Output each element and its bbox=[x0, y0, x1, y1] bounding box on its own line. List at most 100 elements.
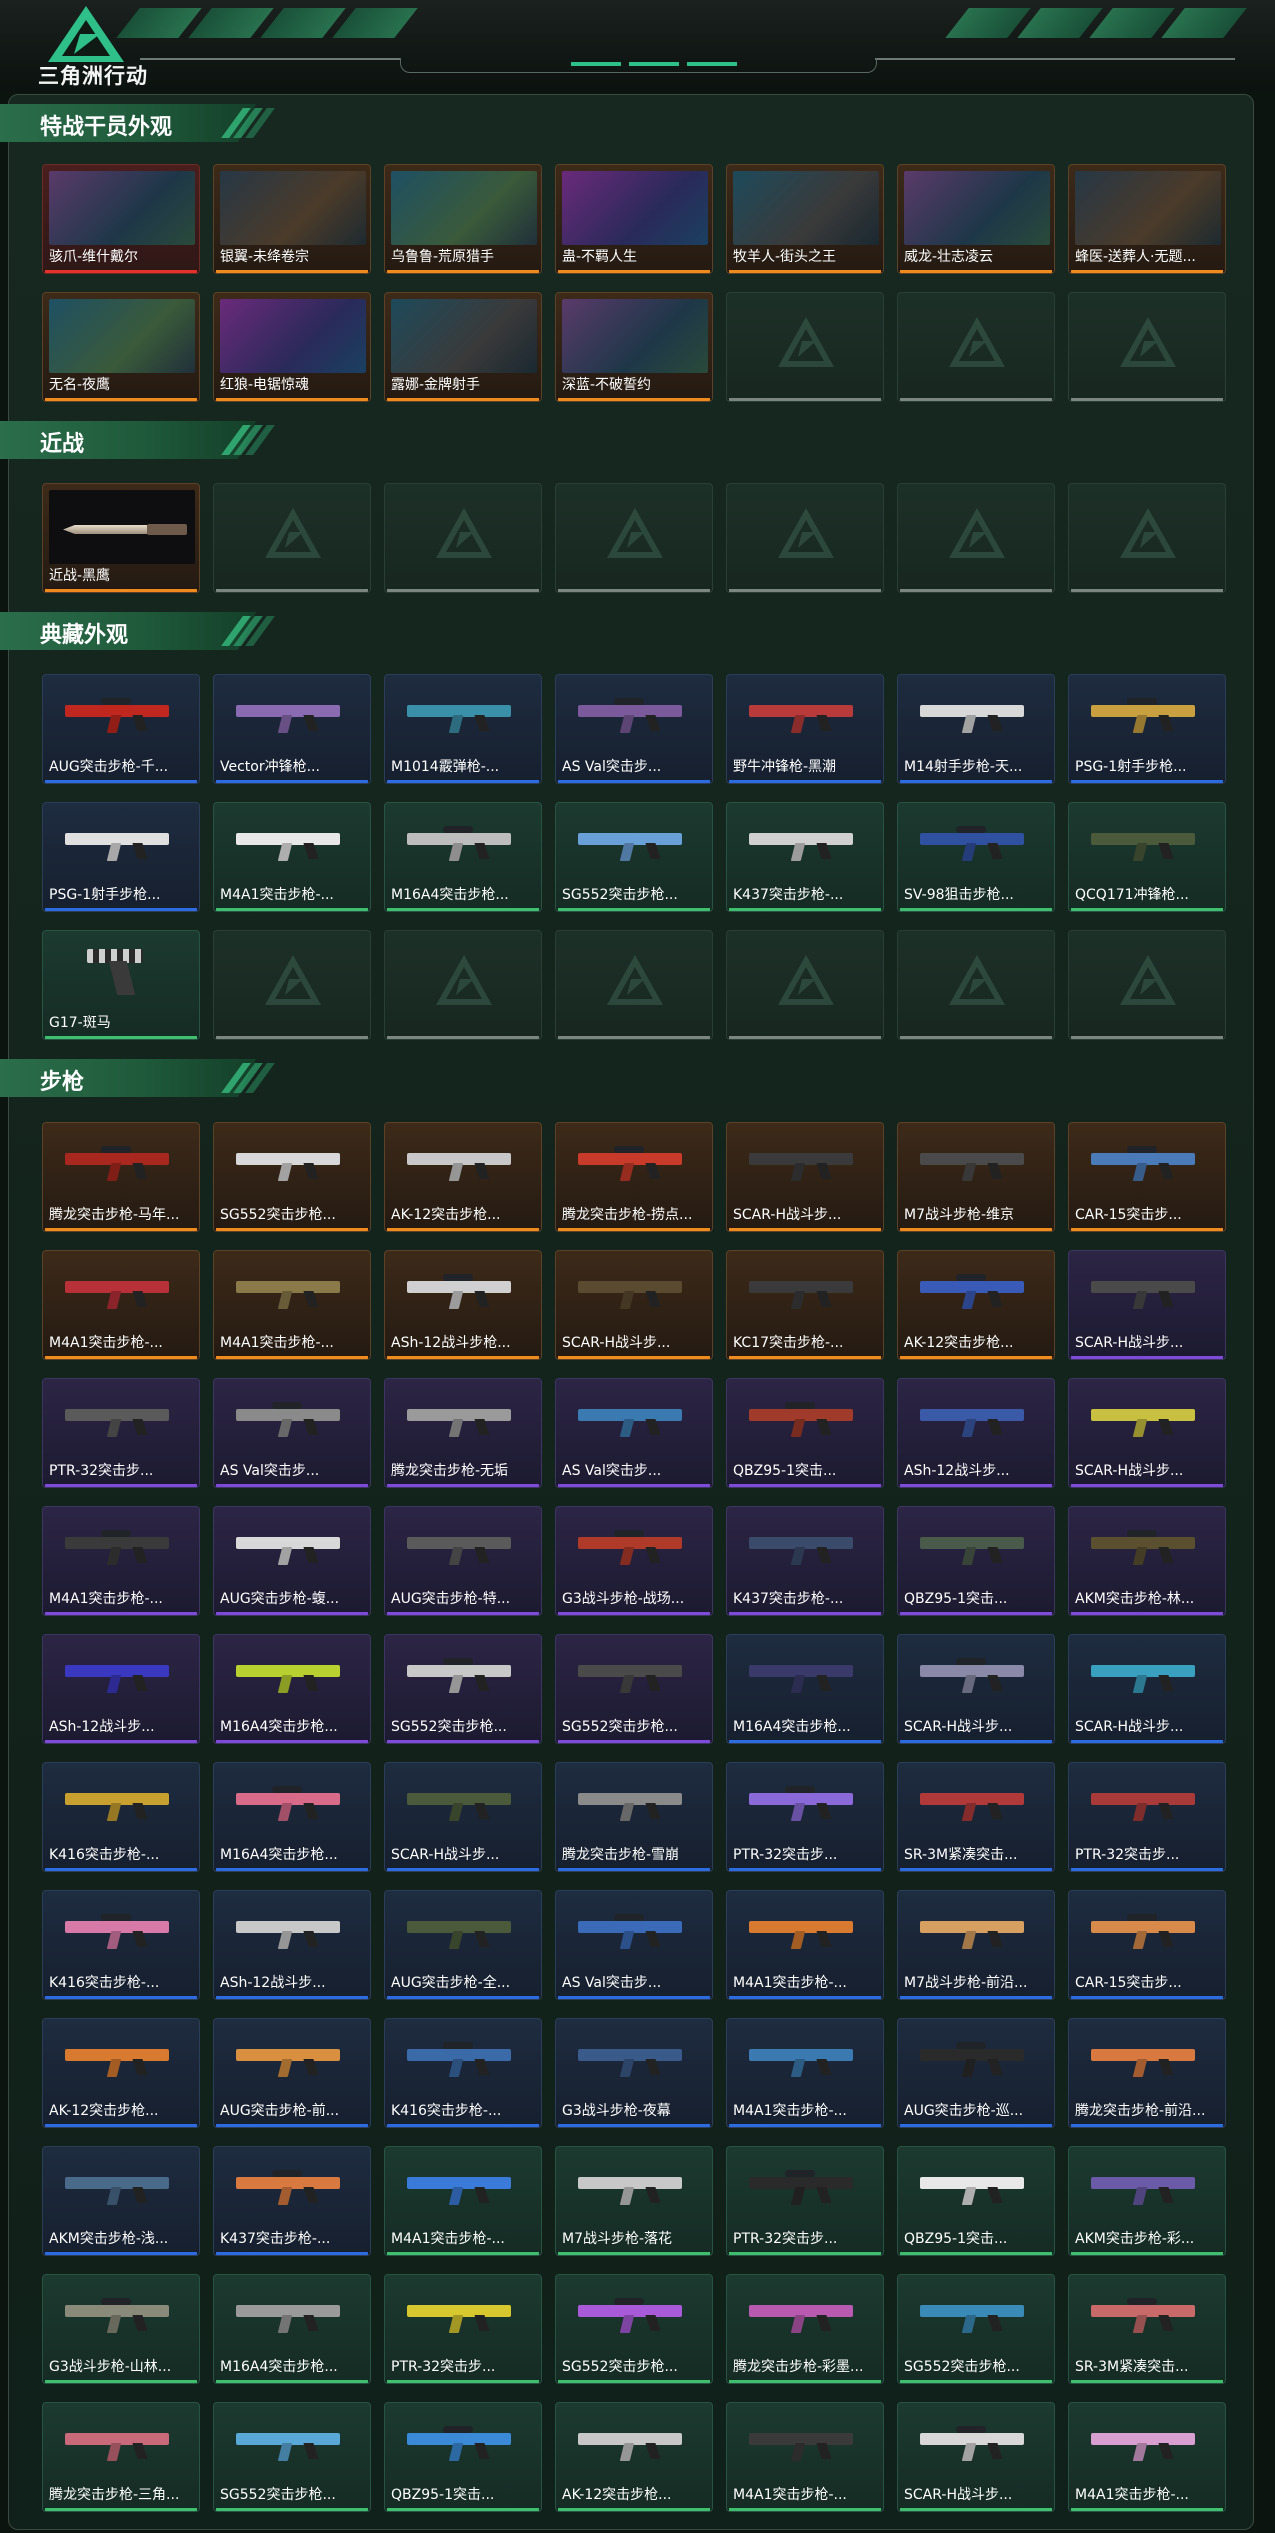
item-card[interactable]: K437突击步枪-... bbox=[726, 1506, 884, 1616]
item-card[interactable]: 腾龙突击步枪-马年... bbox=[42, 1122, 200, 1232]
item-card[interactable]: 近战-黑鹰 bbox=[42, 483, 200, 593]
item-card[interactable]: CAR-15突击步... bbox=[1068, 1122, 1226, 1232]
item-card[interactable]: G3战斗步枪-战场... bbox=[555, 1506, 713, 1616]
item-card[interactable]: M4A1突击步枪-... bbox=[213, 1250, 371, 1360]
item-card[interactable]: M7战斗步枪-落花 bbox=[555, 2146, 713, 2256]
item-card[interactable]: PSG-1射手步枪... bbox=[42, 802, 200, 912]
item-card[interactable]: PTR-32突击步... bbox=[726, 1762, 884, 1872]
item-card[interactable]: 无名-夜鹰 bbox=[42, 292, 200, 402]
item-card[interactable]: SCAR-H战斗步... bbox=[1068, 1378, 1226, 1488]
item-card[interactable]: PSG-1射手步枪... bbox=[1068, 674, 1226, 784]
item-card[interactable]: M4A1突击步枪-... bbox=[42, 1506, 200, 1616]
item-card[interactable]: SCAR-H战斗步... bbox=[384, 1762, 542, 1872]
item-card[interactable]: AK-12突击步枪... bbox=[555, 2402, 713, 2512]
item-card[interactable]: QBZ95-1突击... bbox=[897, 2146, 1055, 2256]
item-card[interactable]: M14射手步枪-天... bbox=[897, 674, 1055, 784]
item-card[interactable]: 深蓝-不破誓约 bbox=[555, 292, 713, 402]
item-card[interactable]: AS Val突击步... bbox=[555, 1378, 713, 1488]
item-card[interactable]: 腾龙突击步枪-雪崩 bbox=[555, 1762, 713, 1872]
item-card[interactable]: AKM突击步枪-林... bbox=[1068, 1506, 1226, 1616]
item-card[interactable]: ASh-12战斗步... bbox=[213, 1890, 371, 2000]
item-card[interactable]: 牧羊人-街头之王 bbox=[726, 164, 884, 274]
item-card[interactable]: M7战斗步枪-维京 bbox=[897, 1122, 1055, 1232]
item-card[interactable]: QBZ95-1突击... bbox=[384, 2402, 542, 2512]
item-card[interactable]: SV-98狙击步枪... bbox=[897, 802, 1055, 912]
item-card[interactable]: SCAR-H战斗步... bbox=[726, 1122, 884, 1232]
item-card[interactable]: 野牛冲锋枪-黑潮 bbox=[726, 674, 884, 784]
item-card[interactable]: 蛊-不羁人生 bbox=[555, 164, 713, 274]
item-card[interactable]: SG552突击步枪... bbox=[213, 2402, 371, 2512]
item-card[interactable]: AUG突击步枪-全... bbox=[384, 1890, 542, 2000]
item-card[interactable]: M4A1突击步枪-... bbox=[726, 1890, 884, 2000]
item-card[interactable]: SG552突击步枪... bbox=[384, 1634, 542, 1744]
item-card[interactable]: CAR-15突击步... bbox=[1068, 1890, 1226, 2000]
item-card[interactable]: AK-12突击步枪... bbox=[384, 1122, 542, 1232]
item-card[interactable]: M4A1突击步枪-... bbox=[726, 2402, 884, 2512]
item-card[interactable]: G3战斗步枪-山林... bbox=[42, 2274, 200, 2384]
item-card[interactable]: 腾龙突击步枪-捞点... bbox=[555, 1122, 713, 1232]
item-card[interactable]: M4A1突击步枪-... bbox=[213, 802, 371, 912]
item-card[interactable]: 腾龙突击步枪-前沿... bbox=[1068, 2018, 1226, 2128]
item-card[interactable]: SCAR-H战斗步... bbox=[897, 2402, 1055, 2512]
item-card[interactable]: AKM突击步枪-彩... bbox=[1068, 2146, 1226, 2256]
item-card[interactable]: K416突击步枪-... bbox=[42, 1762, 200, 1872]
item-card[interactable]: ASh-12战斗步枪... bbox=[384, 1250, 542, 1360]
item-card[interactable]: SCAR-H战斗步... bbox=[555, 1250, 713, 1360]
item-card[interactable]: M7战斗步枪-前沿... bbox=[897, 1890, 1055, 2000]
item-card[interactable]: M1014霰弹枪-... bbox=[384, 674, 542, 784]
item-card[interactable]: K416突击步枪-... bbox=[42, 1890, 200, 2000]
item-card[interactable]: PTR-32突击步... bbox=[42, 1378, 200, 1488]
item-card[interactable]: QBZ95-1突击... bbox=[726, 1378, 884, 1488]
item-card[interactable]: 腾龙突击步枪-彩墨... bbox=[726, 2274, 884, 2384]
item-card[interactable]: SR-3M紧凑突击... bbox=[897, 1762, 1055, 1872]
item-card[interactable]: G3战斗步枪-夜幕 bbox=[555, 2018, 713, 2128]
item-card[interactable]: M16A4突击步枪... bbox=[384, 802, 542, 912]
item-card[interactable]: AK-12突击步枪... bbox=[897, 1250, 1055, 1360]
item-card[interactable]: AUG突击步枪-前... bbox=[213, 2018, 371, 2128]
item-card[interactable]: M16A4突击步枪... bbox=[213, 2274, 371, 2384]
item-card[interactable]: PTR-32突击步... bbox=[1068, 1762, 1226, 1872]
item-card[interactable]: M16A4突击步枪... bbox=[213, 1762, 371, 1872]
item-card[interactable]: M16A4突击步枪... bbox=[726, 1634, 884, 1744]
item-card[interactable]: QBZ95-1突击... bbox=[897, 1506, 1055, 1616]
item-card[interactable]: SCAR-H战斗步... bbox=[897, 1634, 1055, 1744]
item-card[interactable]: 乌鲁鲁-荒原猎手 bbox=[384, 164, 542, 274]
item-card[interactable]: 银翼-未绛卷宗 bbox=[213, 164, 371, 274]
item-card[interactable]: ASh-12战斗步... bbox=[42, 1634, 200, 1744]
item-card[interactable]: QCQ171冲锋枪... bbox=[1068, 802, 1226, 912]
item-card[interactable]: M4A1突击步枪-... bbox=[384, 2146, 542, 2256]
item-card[interactable]: 露娜-金牌射手 bbox=[384, 292, 542, 402]
item-card[interactable]: PTR-32突击步... bbox=[726, 2146, 884, 2256]
item-card[interactable]: M4A1突击步枪-... bbox=[726, 2018, 884, 2128]
item-card[interactable]: 腾龙突击步枪-三角... bbox=[42, 2402, 200, 2512]
item-card[interactable]: Vector冲锋枪... bbox=[213, 674, 371, 784]
item-card[interactable]: SG552突击步枪... bbox=[897, 2274, 1055, 2384]
item-card[interactable]: AUG突击步枪-蝮... bbox=[213, 1506, 371, 1616]
item-card[interactable]: 红狼-电锯惊魂 bbox=[213, 292, 371, 402]
item-card[interactable]: M4A1突击步枪-... bbox=[1068, 2402, 1226, 2512]
item-card[interactable]: AS Val突击步... bbox=[555, 1890, 713, 2000]
item-card[interactable]: 威龙-壮志凌云 bbox=[897, 164, 1055, 274]
item-card[interactable]: 骇爪-维什戴尔 bbox=[42, 164, 200, 274]
item-card[interactable]: K416突击步枪-... bbox=[384, 2018, 542, 2128]
item-card[interactable]: SG552突击步枪... bbox=[213, 1122, 371, 1232]
item-card[interactable]: AKM突击步枪-浅... bbox=[42, 2146, 200, 2256]
item-card[interactable]: SG552突击步枪... bbox=[555, 802, 713, 912]
item-card[interactable]: AS Val突击步... bbox=[555, 674, 713, 784]
item-card[interactable]: SG552突击步枪... bbox=[555, 1634, 713, 1744]
item-card[interactable]: PTR-32突击步... bbox=[384, 2274, 542, 2384]
item-card[interactable]: M4A1突击步枪-... bbox=[42, 1250, 200, 1360]
item-card[interactable]: K437突击步枪-... bbox=[213, 2146, 371, 2256]
item-card[interactable]: SG552突击步枪... bbox=[555, 2274, 713, 2384]
item-card[interactable]: 腾龙突击步枪-无垢 bbox=[384, 1378, 542, 1488]
item-card[interactable]: AK-12突击步枪... bbox=[42, 2018, 200, 2128]
item-card[interactable]: SR-3M紧凑突击... bbox=[1068, 2274, 1226, 2384]
item-card[interactable]: AUG突击步枪-巡... bbox=[897, 2018, 1055, 2128]
item-card[interactable]: AUG突击步枪-特... bbox=[384, 1506, 542, 1616]
item-card[interactable]: SCAR-H战斗步... bbox=[1068, 1250, 1226, 1360]
item-card[interactable]: AUG突击步枪-千... bbox=[42, 674, 200, 784]
item-card[interactable]: KC17突击步枪-... bbox=[726, 1250, 884, 1360]
item-card[interactable]: M16A4突击步枪... bbox=[213, 1634, 371, 1744]
item-card[interactable]: K437突击步枪-... bbox=[726, 802, 884, 912]
item-card[interactable]: G17-斑马 bbox=[42, 930, 200, 1040]
